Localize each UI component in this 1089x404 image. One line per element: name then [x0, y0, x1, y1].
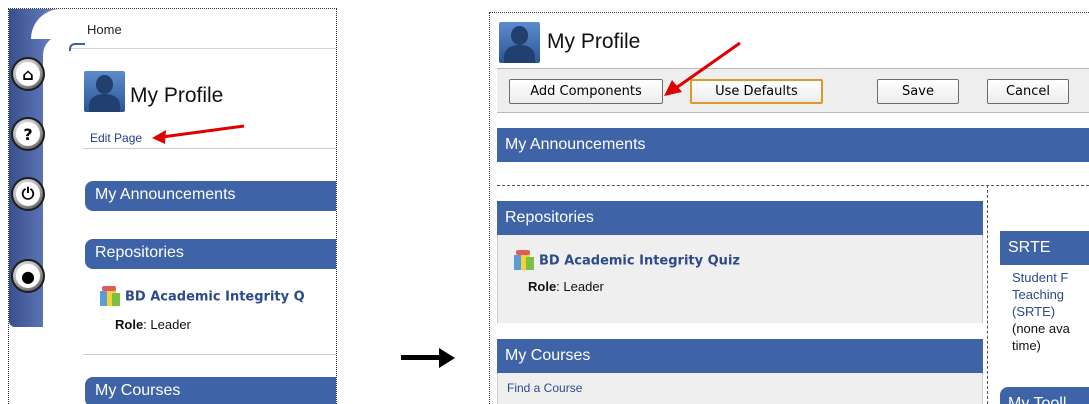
cancel-button[interactable]: Cancel — [987, 79, 1069, 104]
module-header-srte[interactable]: SRTE — [1000, 231, 1089, 265]
module-header-tools[interactable]: My Tooll — [1000, 387, 1089, 404]
use-defaults-button[interactable]: Use Defaults — [690, 79, 823, 104]
module-header-announcements[interactable]: My Announcements — [497, 128, 1089, 162]
home-icon: ⌂ — [16, 62, 40, 86]
module-header-courses[interactable]: My Courses — [497, 339, 983, 373]
repository-link[interactable]: BD Academic Integrity Q — [98, 285, 305, 309]
logout-button[interactable]: ⏻ — [11, 177, 45, 211]
repository-role: Role: Leader — [528, 279, 604, 294]
column-divider-vertical — [987, 185, 988, 404]
module-header-courses[interactable]: My Courses — [85, 377, 336, 404]
tab-indicator — [69, 43, 85, 51]
role-value: : Leader — [143, 317, 191, 332]
repository-link[interactable]: BD Academic Integrity Quiz — [512, 249, 740, 273]
repository-icon — [98, 285, 122, 309]
page-title: My Profile — [547, 30, 641, 53]
save-button[interactable]: Save — [877, 79, 959, 104]
home-button[interactable]: ⌂ — [11, 57, 45, 91]
avatar — [84, 71, 125, 112]
repository-role: Role: Leader — [115, 317, 191, 332]
after-panel: My Profile Add Components Use Defaults S… — [489, 12, 1089, 404]
edit-toolbar: Add Components Use Defaults Save Cancel — [497, 68, 1089, 113]
module-header-repositories[interactable]: Repositories — [497, 201, 983, 235]
help-icon: ? — [16, 122, 40, 146]
power-icon: ⏻ — [16, 182, 40, 206]
avatar — [499, 22, 540, 63]
user-silhouette-icon: ● — [16, 264, 40, 288]
add-components-button[interactable]: Add Components — [509, 79, 663, 104]
divider — [83, 148, 336, 149]
profile-button[interactable]: ● — [11, 259, 45, 293]
role-label: Role — [115, 317, 144, 332]
module-header-announcements[interactable]: My Announcements — [85, 181, 336, 211]
page-title: My Profile — [130, 84, 224, 107]
transition-arrow-icon — [401, 348, 455, 368]
before-panel: ⌂ ? ⏻ ● Home My Profile Edit Page My Ann… — [8, 8, 337, 404]
edit-page-link[interactable]: Edit Page — [90, 131, 142, 145]
srte-link[interactable]: Student F Teaching (SRTE) — [1012, 269, 1089, 320]
column-divider-horizontal — [497, 185, 1089, 186]
screenshot-stage: ⌂ ? ⏻ ● Home My Profile Edit Page My Ann… — [0, 0, 1089, 404]
srte-module-body: Student F Teaching (SRTE) (none ava time… — [1012, 269, 1089, 354]
role-label: Role — [528, 279, 557, 294]
module-header-repositories[interactable]: Repositories — [85, 239, 336, 269]
find-course-link[interactable]: Find a Course — [507, 381, 582, 395]
repository-icon — [512, 249, 536, 273]
help-button[interactable]: ? — [11, 117, 45, 151]
home-link[interactable]: Home — [87, 22, 122, 37]
repository-name: BD Academic Integrity Quiz — [539, 253, 740, 269]
role-value: : Leader — [556, 279, 604, 294]
repository-name: BD Academic Integrity Q — [125, 289, 305, 305]
divider — [83, 354, 336, 355]
srte-note: (none ava time) — [1012, 321, 1070, 353]
